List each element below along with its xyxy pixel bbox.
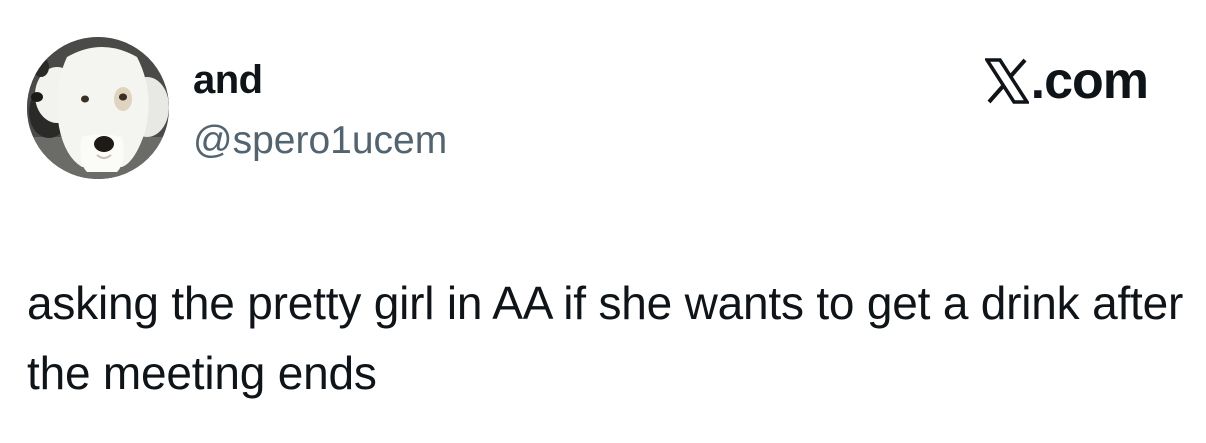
avatar[interactable] — [27, 37, 169, 179]
tweet-card: and @spero1ucem .com asking the pretty g… — [0, 0, 1206, 443]
user-handle[interactable]: @spero1ucem — [193, 117, 447, 165]
x-logo-icon — [984, 58, 1029, 104]
brand-label: .com — [1030, 52, 1149, 110]
display-name[interactable]: and — [193, 56, 263, 104]
brand-logo: .com — [984, 52, 1149, 110]
dog-avatar-icon — [27, 37, 169, 179]
tweet-text: asking the pretty girl in AA if she want… — [27, 277, 1184, 399]
